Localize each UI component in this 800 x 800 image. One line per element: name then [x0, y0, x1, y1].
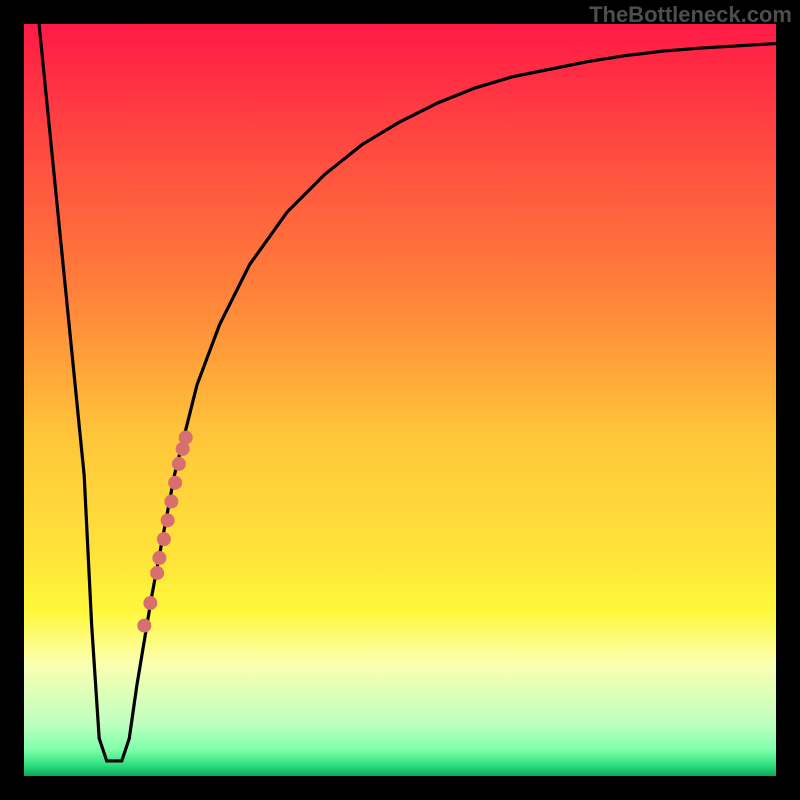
highlight-dot: [150, 566, 164, 580]
highlight-dot: [137, 619, 151, 633]
watermark-text: TheBottleneck.com: [589, 2, 792, 27]
highlight-dot: [157, 532, 171, 546]
highlight-dot: [179, 431, 193, 445]
bottleneck-chart: TheBottleneck.com: [0, 0, 800, 800]
highlight-dot: [152, 551, 166, 565]
plot-background: [24, 24, 776, 776]
highlight-dot: [161, 513, 175, 527]
highlight-dot: [168, 476, 182, 490]
highlight-dot: [164, 495, 178, 509]
highlight-dot: [143, 596, 157, 610]
highlight-dot: [172, 457, 186, 471]
